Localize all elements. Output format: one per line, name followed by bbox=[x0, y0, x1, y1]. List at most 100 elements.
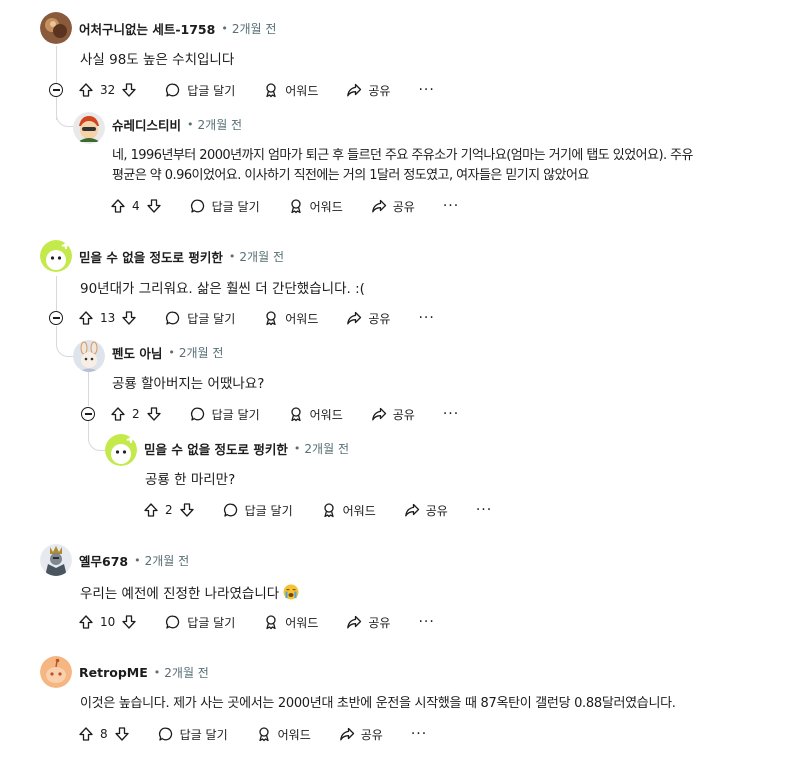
reply-button[interactable]: 답글 달기 bbox=[223, 502, 293, 519]
award-button[interactable]: 어워드 bbox=[256, 726, 311, 743]
comment-body: 90년대가 그리워요. 삶은 훨씬 더 간단했습니다. :( bbox=[80, 281, 365, 297]
award-button[interactable]: 어워드 bbox=[321, 502, 376, 519]
reply-button[interactable]: 답글 달기 bbox=[158, 726, 228, 743]
vote-count: 13 bbox=[100, 311, 116, 325]
share-label: 공유 bbox=[425, 503, 448, 518]
downvote-arrow-icon[interactable] bbox=[121, 310, 137, 326]
award-label: 어워드 bbox=[285, 615, 319, 630]
award-label: 어워드 bbox=[285, 83, 319, 98]
share-label: 공유 bbox=[368, 311, 391, 326]
upvote-arrow-icon[interactable] bbox=[78, 726, 94, 742]
more-options-button[interactable]: ··· bbox=[418, 310, 434, 326]
thread-connector bbox=[56, 326, 73, 357]
speech-bubble-icon bbox=[223, 502, 239, 518]
more-options-button[interactable]: ··· bbox=[411, 726, 427, 742]
speech-bubble-icon bbox=[190, 198, 206, 214]
share-button[interactable]: 공유 bbox=[346, 310, 390, 327]
reply-label: 답글 달기 bbox=[244, 503, 293, 518]
more-options-button[interactable]: ··· bbox=[476, 502, 492, 518]
comment-author[interactable]: 믿을 수 없을 정도로 펑키한 bbox=[144, 439, 288, 458]
comment-author[interactable]: 펜도 아님 bbox=[112, 343, 162, 362]
more-options-button[interactable]: ··· bbox=[443, 198, 459, 214]
more-options-button[interactable]: ··· bbox=[443, 406, 459, 422]
vote-count: 4 bbox=[132, 199, 140, 213]
separator-dot: • bbox=[293, 441, 301, 455]
collapse-button[interactable] bbox=[49, 311, 63, 325]
award-ribbon-icon bbox=[263, 82, 279, 98]
award-button[interactable]: 어워드 bbox=[288, 198, 343, 215]
upvote-arrow-icon[interactable] bbox=[110, 406, 126, 422]
reply-button[interactable]: 답글 달기 bbox=[190, 406, 260, 423]
upvote-arrow-icon[interactable] bbox=[110, 198, 126, 214]
speech-bubble-icon bbox=[165, 82, 181, 98]
award-button[interactable]: 어워드 bbox=[263, 614, 318, 631]
reply-button[interactable]: 답글 달기 bbox=[165, 82, 235, 99]
award-button[interactable]: 어워드 bbox=[288, 406, 343, 423]
downvote-arrow-icon[interactable] bbox=[146, 198, 162, 214]
award-ribbon-icon bbox=[263, 614, 279, 630]
award-button[interactable]: 어워드 bbox=[263, 82, 318, 99]
downvote-arrow-icon[interactable] bbox=[114, 726, 130, 742]
separator-dot: • bbox=[153, 665, 161, 679]
share-button[interactable]: 공유 bbox=[371, 198, 415, 215]
avatar[interactable] bbox=[40, 544, 72, 576]
crying-face-emoji-icon bbox=[283, 584, 299, 600]
award-label: 어워드 bbox=[342, 503, 376, 518]
reply-label: 답글 달기 bbox=[211, 407, 260, 422]
avatar[interactable] bbox=[40, 656, 72, 688]
vote-count: 2 bbox=[165, 503, 173, 517]
share-label: 공유 bbox=[392, 199, 415, 214]
share-button[interactable]: 공유 bbox=[371, 406, 415, 423]
comment-timestamp: 2개월 전 bbox=[164, 665, 209, 680]
speech-bubble-icon bbox=[158, 726, 174, 742]
avatar[interactable] bbox=[40, 240, 72, 272]
reply-label: 답글 달기 bbox=[211, 199, 260, 214]
share-button[interactable]: 공유 bbox=[339, 726, 383, 743]
collapse-button[interactable] bbox=[49, 83, 63, 97]
comment-author[interactable]: RetropME bbox=[79, 665, 148, 680]
comment-author[interactable]: 믿을 수 없을 정도로 펑키한 bbox=[79, 247, 223, 266]
comment-body: 공룡 한 마리만? bbox=[145, 472, 236, 488]
award-label: 어워드 bbox=[309, 407, 343, 422]
downvote-arrow-icon[interactable] bbox=[121, 82, 137, 98]
award-ribbon-icon bbox=[288, 198, 304, 214]
comment-body-line: 네, 1996년부터 2000년까지 엄마가 퇴근 후 들르던 주요 주유소가 … bbox=[112, 148, 694, 163]
share-button[interactable]: 공유 bbox=[346, 614, 390, 631]
downvote-arrow-icon[interactable] bbox=[121, 614, 137, 630]
comment-author[interactable]: 슈레디스티비 bbox=[112, 115, 181, 134]
reply-button[interactable]: 답글 달기 bbox=[165, 614, 235, 631]
collapse-button[interactable] bbox=[81, 407, 95, 421]
reply-button[interactable]: 답글 달기 bbox=[190, 198, 260, 215]
avatar[interactable] bbox=[73, 340, 105, 372]
avatar[interactable] bbox=[105, 434, 137, 466]
upvote-arrow-icon[interactable] bbox=[143, 502, 159, 518]
avatar[interactable] bbox=[40, 12, 72, 44]
downvote-arrow-icon[interactable] bbox=[179, 502, 195, 518]
comment-author[interactable]: 옐무678 bbox=[79, 551, 128, 570]
upvote-arrow-icon[interactable] bbox=[78, 614, 94, 630]
comment-timestamp: 2개월 전 bbox=[231, 21, 277, 36]
award-button[interactable]: 어워드 bbox=[263, 310, 318, 327]
comment-timestamp: 2개월 전 bbox=[197, 117, 243, 132]
reply-button[interactable]: 답글 달기 bbox=[165, 310, 235, 327]
comment-body-line: 평균은 약 0.96이었어요. 이사하기 직전에는 거의 1달러 정도였고, 여… bbox=[112, 168, 589, 183]
award-label: 어워드 bbox=[285, 311, 319, 326]
comment-timestamp: 2개월 전 bbox=[304, 441, 349, 456]
share-button[interactable]: 공유 bbox=[346, 82, 390, 99]
separator-dot: • bbox=[228, 249, 236, 263]
avatar[interactable] bbox=[73, 112, 105, 144]
comment-body: 우리는 예전에 진정한 나라였습니다 bbox=[80, 586, 280, 602]
upvote-arrow-icon[interactable] bbox=[78, 310, 94, 326]
more-options-button[interactable]: ··· bbox=[418, 614, 434, 630]
downvote-arrow-icon[interactable] bbox=[146, 406, 162, 422]
share-button[interactable]: 공유 bbox=[404, 502, 448, 519]
share-arrow-icon bbox=[346, 82, 362, 98]
more-options-button[interactable]: ··· bbox=[418, 82, 434, 98]
comment-author[interactable]: 어처구니없는 세트-1758 bbox=[79, 19, 215, 38]
award-ribbon-icon bbox=[321, 502, 337, 518]
comment-timestamp: 2개월 전 bbox=[144, 553, 190, 568]
thread-connector bbox=[88, 420, 105, 451]
speech-bubble-icon bbox=[165, 310, 181, 326]
upvote-arrow-icon[interactable] bbox=[78, 82, 94, 98]
separator-dot: • bbox=[187, 117, 194, 131]
